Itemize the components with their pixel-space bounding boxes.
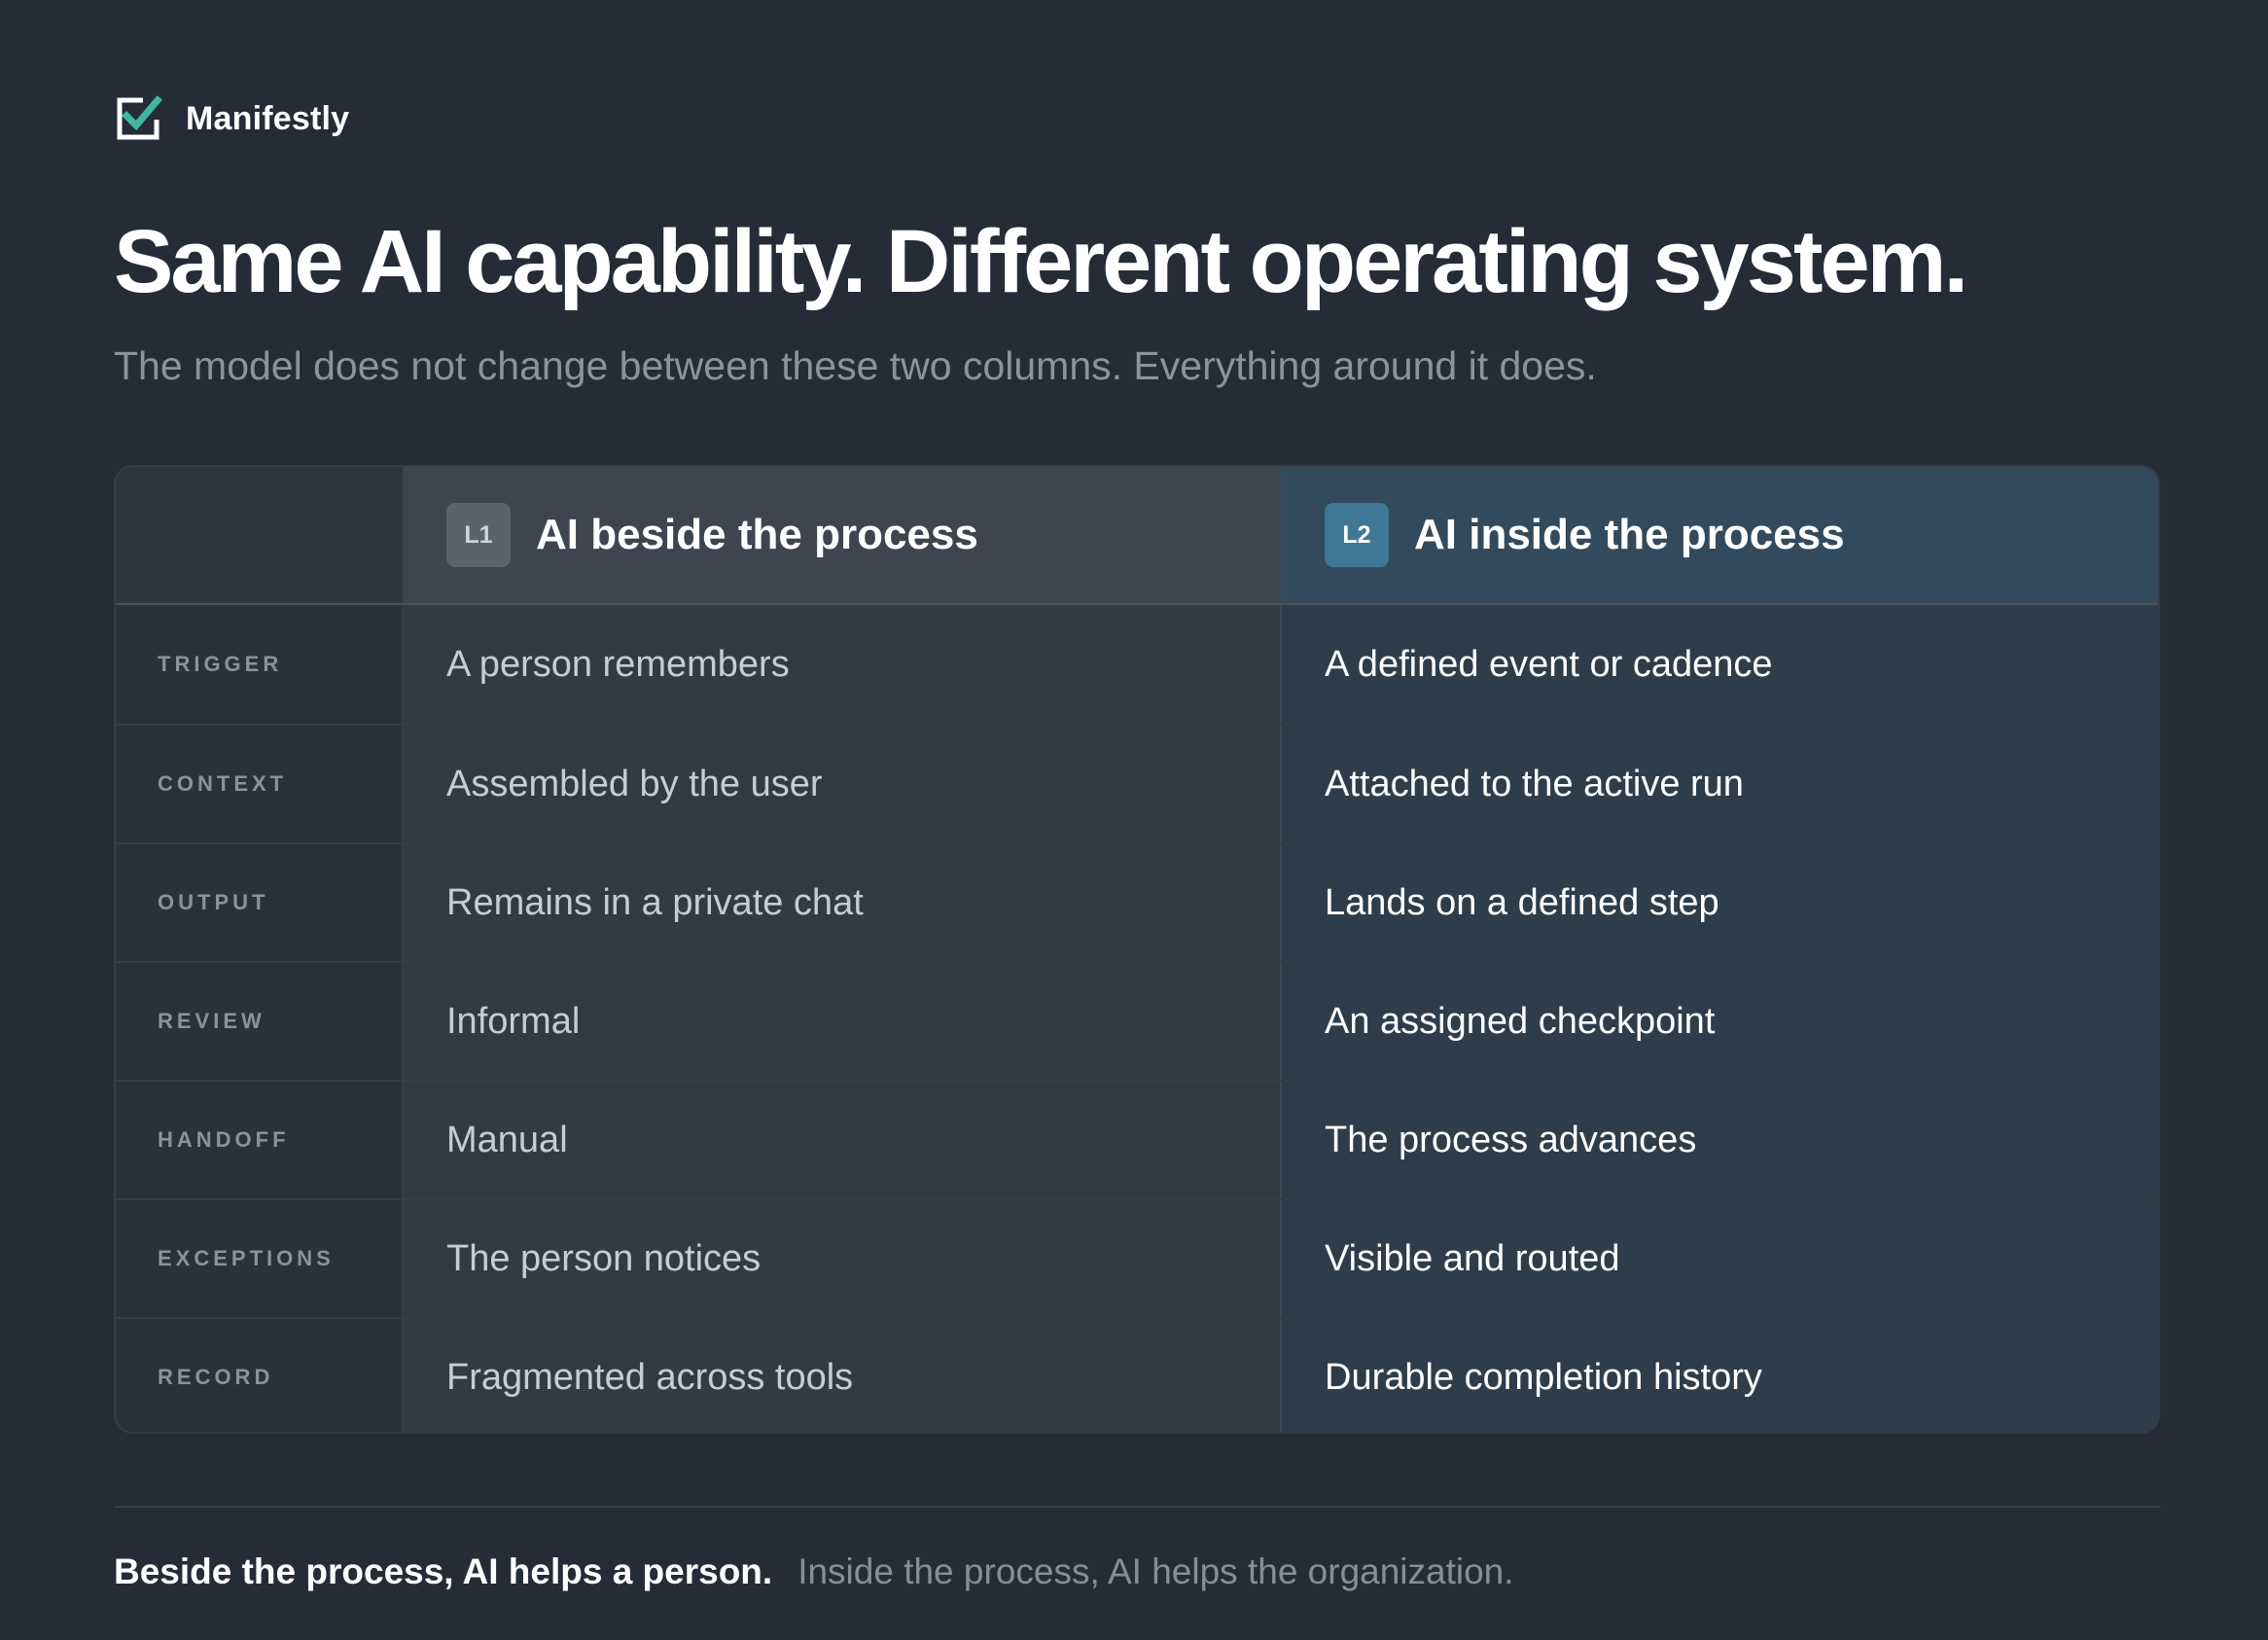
- l2-badge: L2: [1325, 503, 1389, 567]
- row-label: CONTEXT: [116, 726, 404, 842]
- l1-badge: L1: [446, 503, 511, 567]
- column-header-l2: L2 AI inside the process: [1282, 467, 2158, 603]
- checkbox-check-icon: [117, 95, 162, 140]
- table-row: CONTEXT Assembled by the user Attached t…: [116, 724, 2158, 842]
- footer-strong-text: Beside the process, AI helps a person.: [114, 1551, 773, 1591]
- l1-cell: Assembled by the user: [404, 726, 1282, 842]
- row-label: OUTPUT: [116, 844, 404, 961]
- table-row: HANDOFF Manual The process advances: [116, 1080, 2158, 1198]
- l1-cell: Manual: [404, 1082, 1282, 1198]
- comparison-table: L1 AI beside the process L2 AI inside th…: [114, 465, 2160, 1434]
- l2-cell: Attached to the active run: [1282, 726, 2158, 842]
- row-label: TRIGGER: [116, 605, 404, 724]
- page-title: Same AI capability. Different operating …: [114, 212, 1968, 311]
- l1-cell: Informal: [404, 963, 1282, 1080]
- l1-cell: A person remembers: [404, 605, 1282, 724]
- row-label: REVIEW: [116, 963, 404, 1080]
- l2-cell: The process advances: [1282, 1082, 2158, 1198]
- table-row: EXCEPTIONS The person notices Visible an…: [116, 1198, 2158, 1317]
- l2-cell: An assigned checkpoint: [1282, 963, 2158, 1080]
- column-title-l2: AI inside the process: [1414, 511, 1845, 558]
- footer-muted-text: Inside the process, AI helps the organiz…: [797, 1551, 1514, 1591]
- table-row: RECORD Fragmented across tools Durable c…: [116, 1317, 2158, 1432]
- l1-cell: Fragmented across tools: [404, 1319, 1282, 1432]
- row-label: RECORD: [116, 1319, 404, 1432]
- footer-divider: [114, 1506, 2160, 1508]
- l2-cell: Lands on a defined step: [1282, 844, 2158, 961]
- column-title-l1: AI beside the process: [536, 511, 978, 558]
- l1-cell: Remains in a private chat: [404, 844, 1282, 961]
- table-row: TRIGGER A person remembers A defined eve…: [116, 605, 2158, 724]
- column-header-l1: L1 AI beside the process: [404, 467, 1282, 603]
- page-subtitle: The model does not change between these …: [114, 343, 1597, 388]
- row-label: EXCEPTIONS: [116, 1200, 404, 1317]
- table-header-row: L1 AI beside the process L2 AI inside th…: [116, 467, 2158, 605]
- table-row: OUTPUT Remains in a private chat Lands o…: [116, 842, 2158, 961]
- l2-cell: Visible and routed: [1282, 1200, 2158, 1317]
- l2-cell: A defined event or cadence: [1282, 605, 2158, 724]
- row-label: HANDOFF: [116, 1082, 404, 1198]
- footer: Beside the process, AI helps a person. In…: [114, 1549, 1514, 1595]
- brand: Manifestly: [114, 93, 349, 144]
- header-corner-cell: [116, 467, 404, 603]
- l2-cell: Durable completion history: [1282, 1319, 2158, 1432]
- table-row: REVIEW Informal An assigned checkpoint: [116, 961, 2158, 1080]
- l1-cell: The person notices: [404, 1200, 1282, 1317]
- brand-name: Manifestly: [186, 99, 350, 137]
